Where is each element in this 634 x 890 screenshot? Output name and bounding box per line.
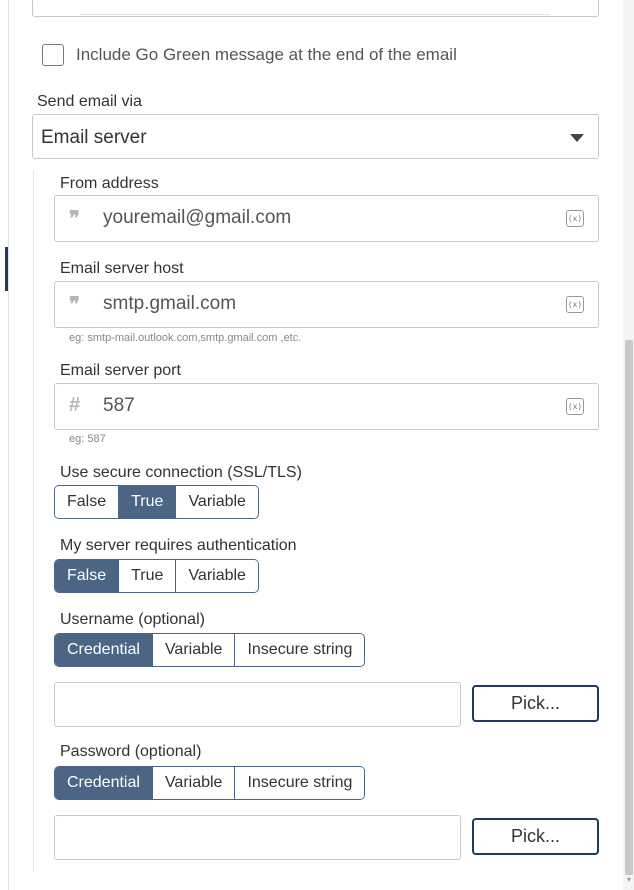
password-pick-button[interactable]: Pick... — [472, 818, 599, 855]
quote-icon: ❞ — [69, 208, 80, 230]
send-via-label: Send email via — [37, 93, 142, 110]
server-port-label: Email server port — [60, 362, 181, 379]
auth-option-true[interactable]: True — [119, 560, 177, 592]
from-address-label: From address — [60, 175, 159, 192]
server-host-value: smtp.gmail.com — [103, 293, 237, 314]
username-option-variable[interactable]: Variable — [152, 634, 236, 666]
server-host-label: Email server host — [60, 260, 184, 277]
username-credential-field[interactable] — [54, 682, 461, 727]
from-address-value: youremail@gmail.com — [103, 207, 292, 228]
from-address-input[interactable]: ❞ youremail@gmail.com (x) — [54, 195, 599, 242]
auth-option-false[interactable]: False — [55, 560, 120, 592]
password-label: Password (optional) — [60, 743, 202, 760]
secure-option-variable[interactable]: Variable — [176, 486, 258, 518]
send-via-select[interactable]: Email server — [32, 114, 599, 159]
auth-option-variable[interactable]: Variable — [176, 560, 258, 592]
chevron-down-icon — [570, 134, 584, 142]
secure-option-true[interactable]: True — [119, 486, 177, 518]
server-port-input[interactable]: # 587 (x) — [54, 383, 599, 430]
scroll-down-arrow-icon[interactable]: ▾ — [624, 874, 634, 886]
username-type-toggle: Credential Variable Insecure string — [54, 633, 366, 667]
username-label: Username (optional) — [60, 611, 205, 628]
password-option-credential[interactable]: Credential — [55, 767, 153, 799]
auth-label: My server requires authentication — [60, 537, 297, 554]
hash-icon: # — [69, 394, 81, 416]
send-via-value: Email server — [41, 127, 147, 148]
password-credential-field[interactable] — [54, 815, 461, 860]
server-host-input[interactable]: ❞ smtp.gmail.com (x) — [54, 281, 599, 328]
username-pick-button[interactable]: Pick... — [472, 685, 599, 722]
server-host-hint: eg: smtp-mail.outlook.com,smtp.gmail.com… — [69, 332, 302, 344]
go-green-checkbox[interactable] — [42, 44, 64, 66]
username-option-credential[interactable]: Credential — [55, 634, 153, 666]
password-option-variable[interactable]: Variable — [152, 767, 236, 799]
secure-label: Use secure connection (SSL/TLS) — [60, 464, 302, 481]
left-panel-border — [8, 0, 9, 890]
previous-field-divider — [80, 14, 550, 15]
secure-toggle: False True Variable — [54, 485, 259, 519]
group-border — [33, 170, 34, 872]
quote-icon: ❞ — [69, 294, 80, 316]
server-port-hint: eg: 587 — [69, 433, 106, 445]
auth-toggle: False True Variable — [54, 559, 259, 593]
password-option-insecure[interactable]: Insecure string — [235, 767, 365, 799]
active-indicator — [5, 247, 8, 291]
server-port-value: 587 — [103, 395, 135, 416]
secure-option-false[interactable]: False — [55, 486, 120, 518]
go-green-label: Include Go Green message at the end of t… — [76, 45, 457, 64]
variable-icon[interactable]: (x) — [566, 210, 584, 227]
username-option-insecure[interactable]: Insecure string — [235, 634, 365, 666]
scrollbar-thumb[interactable] — [625, 340, 633, 875]
variable-icon[interactable]: (x) — [566, 296, 584, 313]
variable-icon[interactable]: (x) — [566, 398, 584, 415]
password-type-toggle: Credential Variable Insecure string — [54, 766, 366, 800]
